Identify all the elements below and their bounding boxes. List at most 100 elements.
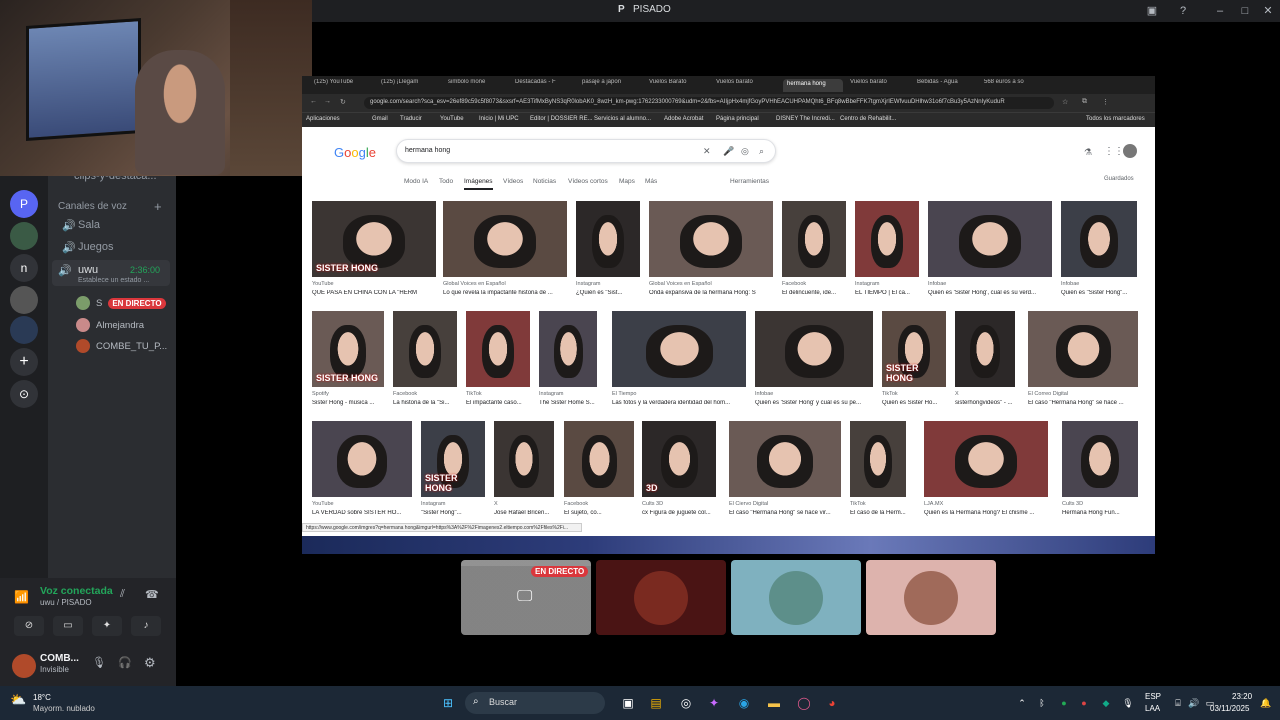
inbox-icon[interactable]: ▣ — [1144, 3, 1160, 19]
saved-button[interactable]: Guardados — [1104, 176, 1134, 182]
bookmark-item[interactable]: Adobe Acrobat — [664, 116, 703, 122]
browser-tab[interactable]: (125) YouTube — [314, 79, 374, 92]
result-source[interactable]: El Ciervo Digital — [729, 501, 841, 507]
tray-icon-1[interactable]: ● — [1056, 695, 1072, 711]
labs-icon[interactable]: ⚗ — [1084, 147, 1092, 158]
browser-tab[interactable]: Destacadas - F — [515, 79, 575, 92]
edge-icon[interactable]: ◉ — [736, 695, 752, 711]
result-source[interactable]: Facebook — [564, 501, 634, 507]
browser-tab[interactable]: 568 euros a so — [984, 79, 1044, 92]
image-thumbnail[interactable] — [576, 201, 640, 277]
image-thumbnail[interactable] — [928, 201, 1052, 277]
result-title[interactable]: Las fotos y la verdadera identidad del h… — [612, 400, 746, 406]
result-title[interactable]: Quién es Sister Ho... — [882, 400, 946, 406]
result-source[interactable]: Infobae — [755, 391, 873, 397]
voice-location[interactable]: uwu / PISADO — [40, 598, 92, 607]
file-explorer-icon[interactable]: ▬ — [766, 695, 782, 711]
result-source[interactable]: TikTok — [850, 501, 906, 507]
notifications-icon[interactable]: 🔔 — [1258, 695, 1274, 711]
result-source[interactable]: Facebook — [782, 281, 846, 287]
weather-icon[interactable]: ⛅ — [10, 692, 26, 708]
browser-tab[interactable]: (125) ¡Llegam — [381, 79, 441, 92]
result-title[interactable]: EL TIEMPO | El ca... — [855, 290, 919, 296]
weather-desc[interactable]: Mayorm. nublado — [33, 704, 95, 713]
profile-avatar[interactable] — [1123, 144, 1137, 158]
bookmark-item[interactable]: Gmail — [372, 116, 388, 122]
result-title[interactable]: sisterhongvideos" - ... — [955, 400, 1015, 406]
result-source[interactable]: Instagram — [539, 391, 597, 397]
bluetooth-icon[interactable]: ᛒ — [1034, 695, 1050, 711]
result-source[interactable]: TikTok — [882, 391, 946, 397]
reload-icon[interactable]: ↻ — [340, 98, 346, 106]
tray-icon-2[interactable]: ● — [1076, 695, 1092, 711]
clock-date[interactable]: 03/11/2025 — [1210, 704, 1249, 713]
result-title[interactable]: ¿Quién es "Sist... — [576, 290, 640, 296]
microphone-icon[interactable]: 🎙 — [92, 656, 106, 669]
clear-icon[interactable]: ✕ — [703, 146, 711, 157]
google-tab[interactable]: Noticias — [533, 178, 556, 185]
avatar[interactable] — [12, 654, 36, 678]
headphones-icon[interactable]: 🎧 — [118, 656, 132, 669]
tile-user-4[interactable] — [866, 560, 996, 635]
clock-time[interactable]: 23:20 — [1232, 692, 1252, 701]
result-title[interactable]: Quién es "Sister Hong"... — [1061, 290, 1137, 296]
windows-start-icon[interactable]: ⊞ — [440, 695, 456, 711]
channel-uwu-row[interactable]: 🔊 uwu 2:36:00 Establece un estado ... — [52, 260, 170, 286]
result-title[interactable]: Quién es 'Sister Hong' y cuál es su pe..… — [755, 400, 873, 406]
server-n[interactable]: n — [10, 254, 38, 282]
image-thumbnail[interactable] — [729, 421, 841, 497]
image-thumbnail[interactable]: SISTER HONG — [421, 421, 485, 497]
result-title[interactable]: Sister Hong - música ... — [312, 400, 384, 406]
bookmark-item[interactable]: Servicios al alumno... — [594, 116, 651, 122]
server-icon-4[interactable] — [10, 286, 38, 314]
apps-grid-icon[interactable]: ⋮⋮ — [1104, 146, 1124, 157]
result-source[interactable]: Instagram — [855, 281, 919, 287]
soundboard-icon[interactable]: ♪ — [131, 616, 161, 636]
server-icon-2[interactable] — [10, 222, 38, 250]
google-tab[interactable]: Modo IA — [404, 178, 428, 185]
lang-primary[interactable]: ESP — [1145, 692, 1161, 701]
image-thumbnail[interactable] — [782, 201, 846, 277]
image-thumbnail[interactable] — [1062, 421, 1138, 497]
image-thumbnail[interactable] — [612, 311, 746, 387]
result-source[interactable]: El Tiempo — [612, 391, 746, 397]
image-thumbnail[interactable] — [755, 311, 873, 387]
task-view-icon[interactable]: ▣ — [620, 695, 636, 711]
result-source[interactable]: X — [494, 501, 554, 507]
lens-icon[interactable]: ◎ — [741, 146, 749, 157]
browser-tab[interactable]: Vuelos barato — [850, 79, 910, 92]
browser-tab[interactable]: simbolo mone — [448, 79, 508, 92]
camera-off-icon[interactable]: ⊘ — [14, 616, 44, 636]
channel-juegos[interactable]: Juegos — [78, 241, 113, 253]
result-title[interactable]: Onda expansiva de la hermana Hong: S — [649, 290, 773, 296]
tile-stream-preview[interactable]: EN DIRECTO 🖵 — [461, 560, 591, 635]
image-thumbnail[interactable] — [539, 311, 597, 387]
result-source[interactable]: El Correo Digital — [1028, 391, 1138, 397]
image-thumbnail[interactable]: SISTER HONG — [312, 201, 436, 277]
result-source[interactable]: Instagram — [576, 281, 640, 287]
google-tab[interactable]: Maps — [619, 178, 635, 185]
result-title[interactable]: El impactante caso... — [466, 400, 530, 406]
steam-icon[interactable]: ◎ — [678, 695, 694, 711]
member-s[interactable]: S EN DIRECTO — [76, 296, 166, 310]
result-source[interactable]: Infobae — [928, 281, 1052, 287]
result-source[interactable]: LJA.MX — [924, 501, 1048, 507]
chevron-up-icon[interactable]: ⌃ — [1014, 695, 1030, 711]
server-p[interactable]: P — [10, 190, 38, 218]
bookmark-item[interactable]: Centro de Rehabilit... — [840, 116, 896, 122]
taskbar-search[interactable]: ⌕ Buscar — [465, 692, 605, 714]
menu-icon[interactable]: ⋮ — [1102, 98, 1109, 106]
bookmark-item[interactable]: Aplicaciones — [306, 116, 340, 122]
add-server-icon[interactable]: + — [10, 348, 38, 376]
result-title[interactable]: LA VERDAD sobre SISTER HO... — [312, 510, 412, 516]
search-input[interactable]: hermana hong ✕ 🎤 ◎ ⌕ — [396, 139, 776, 163]
voice-channels-header[interactable]: Canales de voz — [58, 201, 127, 212]
bookmark-item[interactable]: Todos los marcadores — [1086, 116, 1145, 122]
network-icon[interactable]: ⌸ — [1170, 695, 1186, 711]
explore-icon[interactable]: ⊙ — [10, 380, 38, 408]
bookmark-item[interactable]: Traducir — [400, 116, 422, 122]
activities-icon[interactable]: ✦ — [92, 616, 122, 636]
copilot-icon[interactable]: ✦ — [706, 695, 722, 711]
opera-icon[interactable]: ◯ — [796, 695, 812, 711]
result-source[interactable]: Global Voices en Español — [649, 281, 773, 287]
